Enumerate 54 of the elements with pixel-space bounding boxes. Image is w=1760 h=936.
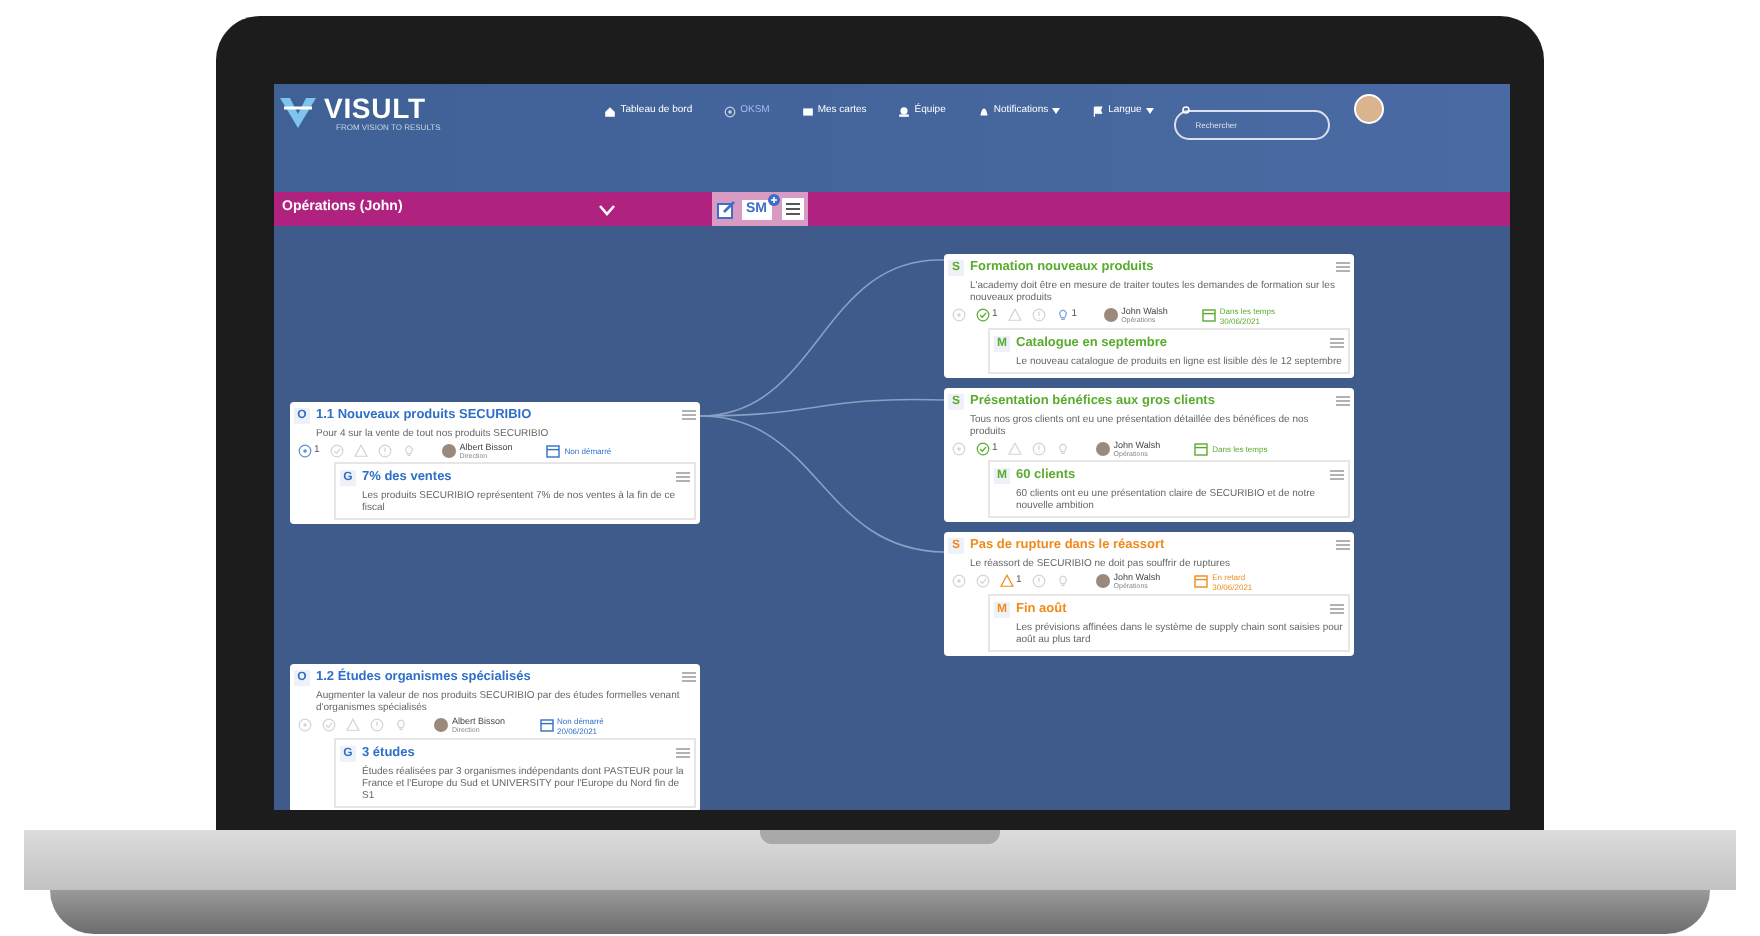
warning-icon (1000, 574, 1014, 589)
warning-icon (1007, 308, 1022, 323)
menu-icon[interactable] (781, 198, 803, 220)
check-icon (976, 441, 990, 456)
target-icon (952, 574, 966, 589)
alert-icon (1031, 308, 1046, 323)
calendar-icon (546, 443, 561, 458)
target-icon (298, 443, 312, 458)
calendar-icon (1194, 574, 1209, 589)
owner-avatar (434, 718, 448, 733)
alert-icon (1031, 574, 1046, 589)
check-icon (976, 308, 990, 323)
flag-icon (1092, 105, 1105, 118)
calendar-icon (539, 718, 554, 733)
objective-card[interactable] (290, 664, 700, 810)
search-icon (1181, 106, 1192, 116)
user-avatar[interactable] (1353, 94, 1384, 124)
objective-card[interactable] (944, 388, 1354, 521)
alert-icon (1031, 441, 1046, 456)
idea-icon (394, 718, 408, 733)
edit-icon[interactable] (716, 199, 736, 219)
card-icon (801, 105, 814, 118)
idea-icon (1055, 574, 1070, 589)
calendar-icon (1194, 441, 1209, 456)
warning-icon (353, 443, 368, 458)
home-icon (604, 105, 617, 118)
target-icon (952, 441, 966, 456)
idea-icon (401, 443, 416, 458)
check-icon (976, 574, 990, 589)
objective-card[interactable] (290, 402, 700, 523)
bell-icon (977, 105, 990, 118)
team-icon (898, 105, 911, 118)
alert-icon (370, 718, 384, 733)
warning-icon (346, 718, 360, 733)
check-icon (329, 443, 344, 458)
idea-icon (1055, 308, 1070, 323)
logo-icon (278, 92, 318, 132)
target-icon (724, 105, 737, 118)
owner-avatar (1095, 574, 1110, 589)
owner-avatar (1103, 308, 1118, 323)
alert-icon (377, 443, 392, 458)
warning-icon (1007, 441, 1022, 456)
check-icon (322, 718, 336, 733)
calendar-icon (1201, 308, 1216, 323)
owner-avatar (1095, 441, 1110, 456)
chevron-down-icon[interactable] (598, 203, 616, 215)
plus-badge-icon (767, 193, 779, 205)
idea-icon (1055, 441, 1070, 456)
objective-card[interactable] (944, 532, 1354, 655)
logo-text: VISULT (324, 93, 428, 121)
owner-avatar (441, 443, 456, 458)
target-icon (298, 718, 312, 733)
objective-card[interactable] (944, 254, 1354, 377)
target-icon (952, 308, 966, 323)
